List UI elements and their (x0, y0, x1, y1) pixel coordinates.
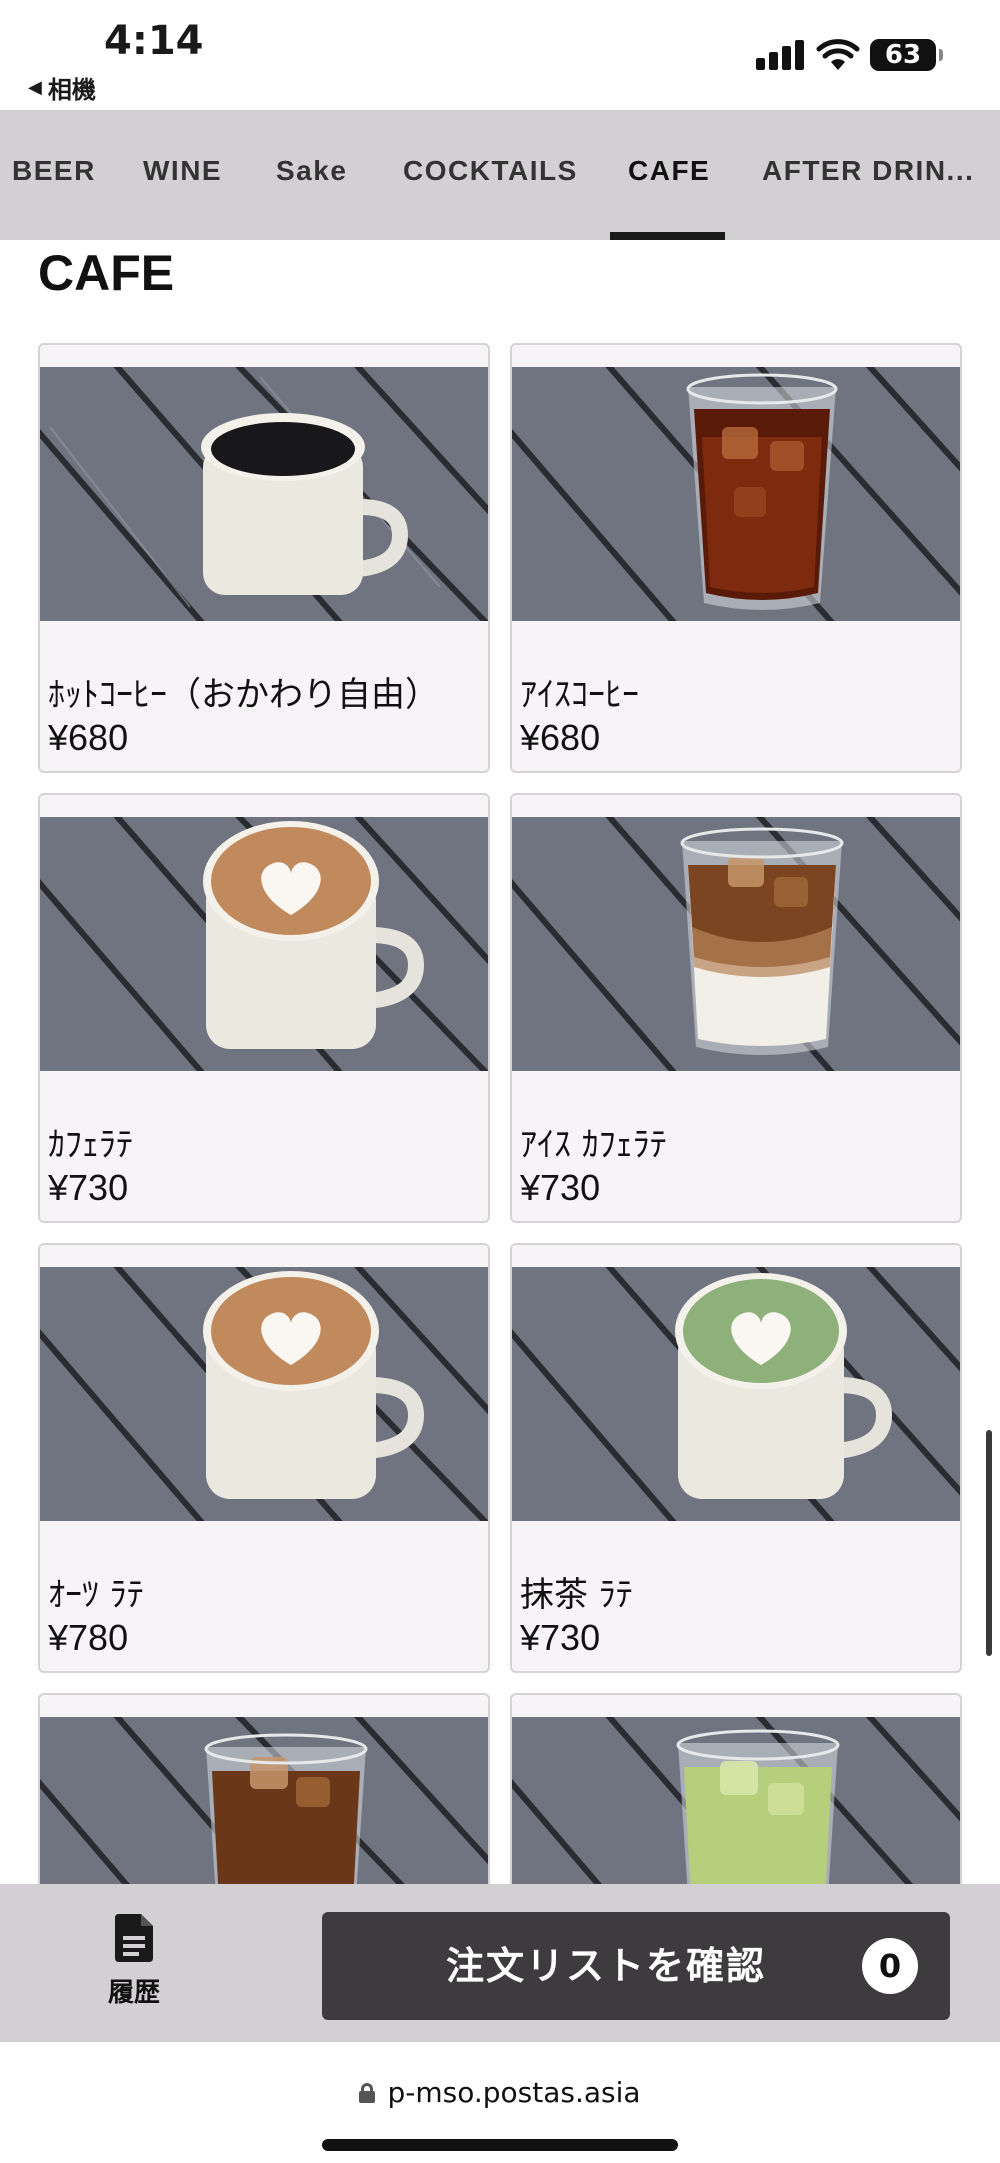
matcha-latte-photo (512, 1267, 960, 1521)
iced-latte-photo (512, 817, 960, 1071)
tab-wine[interactable]: WINE (143, 110, 222, 240)
bottom-action-bar: 履歴 注文リストを確認 0 (0, 1884, 1000, 2042)
item-name: ｵｰﾂ ﾗﾃ (48, 1575, 144, 1615)
url-text: p-mso.postas.asia (387, 2076, 641, 2109)
scrollbar[interactable] (986, 1430, 992, 1656)
order-button-label: 注文リストを確認 (445, 1944, 766, 1988)
history-button[interactable]: 履歴 (92, 1912, 176, 2009)
item-name: ﾎｯﾄｺｰﾋｰ（おかわり自由） (48, 675, 439, 715)
menu-item-card[interactable]: ｱｲｽｺｰﾋｰ ¥680 (510, 343, 962, 773)
item-name: ｶﾌｪﾗﾃ (48, 1125, 133, 1165)
active-tab-indicator (610, 232, 725, 240)
item-price: ¥730 (520, 1617, 601, 1658)
section-title: CAFE (38, 245, 175, 301)
menu-item-card[interactable]: ｵｰﾂ ﾗﾃ ¥780 (38, 1243, 490, 1673)
menu-content[interactable]: CAFE ﾎｯﾄｺｰﾋｰ（おかわり自由） ¥680 ｱｲｽｺｰﾋｰ ¥680 ｶ… (0, 240, 1000, 1884)
url-field[interactable]: p-mso.postas.asia (0, 2076, 1000, 2109)
iced-latte-photo (40, 1717, 488, 1884)
back-arrow-icon: ◀ (28, 77, 42, 98)
document-icon (115, 1914, 153, 1962)
clock: 4:14 (104, 18, 204, 64)
item-price: ¥730 (520, 1167, 601, 1208)
item-price: ¥680 (48, 717, 129, 758)
item-name: 抹茶 ﾗﾃ (520, 1575, 633, 1615)
menu-item-card[interactable]: ﾎｯﾄｺｰﾋｰ（おかわり自由） ¥680 (38, 343, 490, 773)
item-price: ¥680 (520, 717, 601, 758)
hot-coffee-photo (40, 367, 488, 621)
item-name: ｱｲｽｺｰﾋｰ (520, 675, 639, 715)
menu-item-card[interactable] (510, 1693, 962, 1884)
back-to-app-link[interactable]: ◀ 相機 (28, 70, 96, 105)
category-tabs: BEER WINE Sake COCKTAILS CAFE AFTER DRIN… (0, 110, 1000, 240)
lock-icon (359, 2082, 376, 2103)
item-price: ¥730 (48, 1167, 129, 1208)
iced-matcha-latte-photo (512, 1717, 960, 1884)
oat-latte-photo (40, 1267, 488, 1521)
tab-cafe[interactable]: CAFE (628, 110, 710, 240)
order-count-badge: 0 (862, 1938, 918, 1994)
wifi-icon (816, 39, 860, 70)
menu-item-card[interactable] (38, 1693, 490, 1884)
item-name: ｱｲｽ ｶﾌｪﾗﾃ (520, 1125, 667, 1165)
tab-sake[interactable]: Sake (276, 110, 347, 240)
status-bar: 4:14 ◀ 相機 63 (0, 0, 1000, 110)
back-app-label: 相機 (47, 76, 96, 104)
view-order-list-button[interactable]: 注文リストを確認 0 (322, 1912, 950, 2020)
cellular-signal-icon (756, 40, 804, 70)
menu-item-card[interactable]: 抹茶 ﾗﾃ ¥730 (510, 1243, 962, 1673)
battery-icon: 63 (870, 39, 943, 71)
tab-after-drinks[interactable]: AFTER DRIN... (762, 110, 974, 240)
tab-beer[interactable]: BEER (12, 110, 96, 240)
item-price: ¥780 (48, 1617, 129, 1658)
tab-cocktails[interactable]: COCKTAILS (403, 110, 578, 240)
menu-item-card[interactable]: ｶﾌｪﾗﾃ ¥730 (38, 793, 490, 1223)
browser-url-bar: p-mso.postas.asia (0, 2042, 1000, 2163)
iced-coffee-photo (512, 367, 960, 621)
home-indicator[interactable] (322, 2139, 678, 2151)
history-label: 履歴 (107, 1978, 160, 2008)
menu-item-card[interactable]: ｱｲｽ ｶﾌｪﾗﾃ ¥730 (510, 793, 962, 1223)
cafe-latte-photo (40, 817, 488, 1071)
